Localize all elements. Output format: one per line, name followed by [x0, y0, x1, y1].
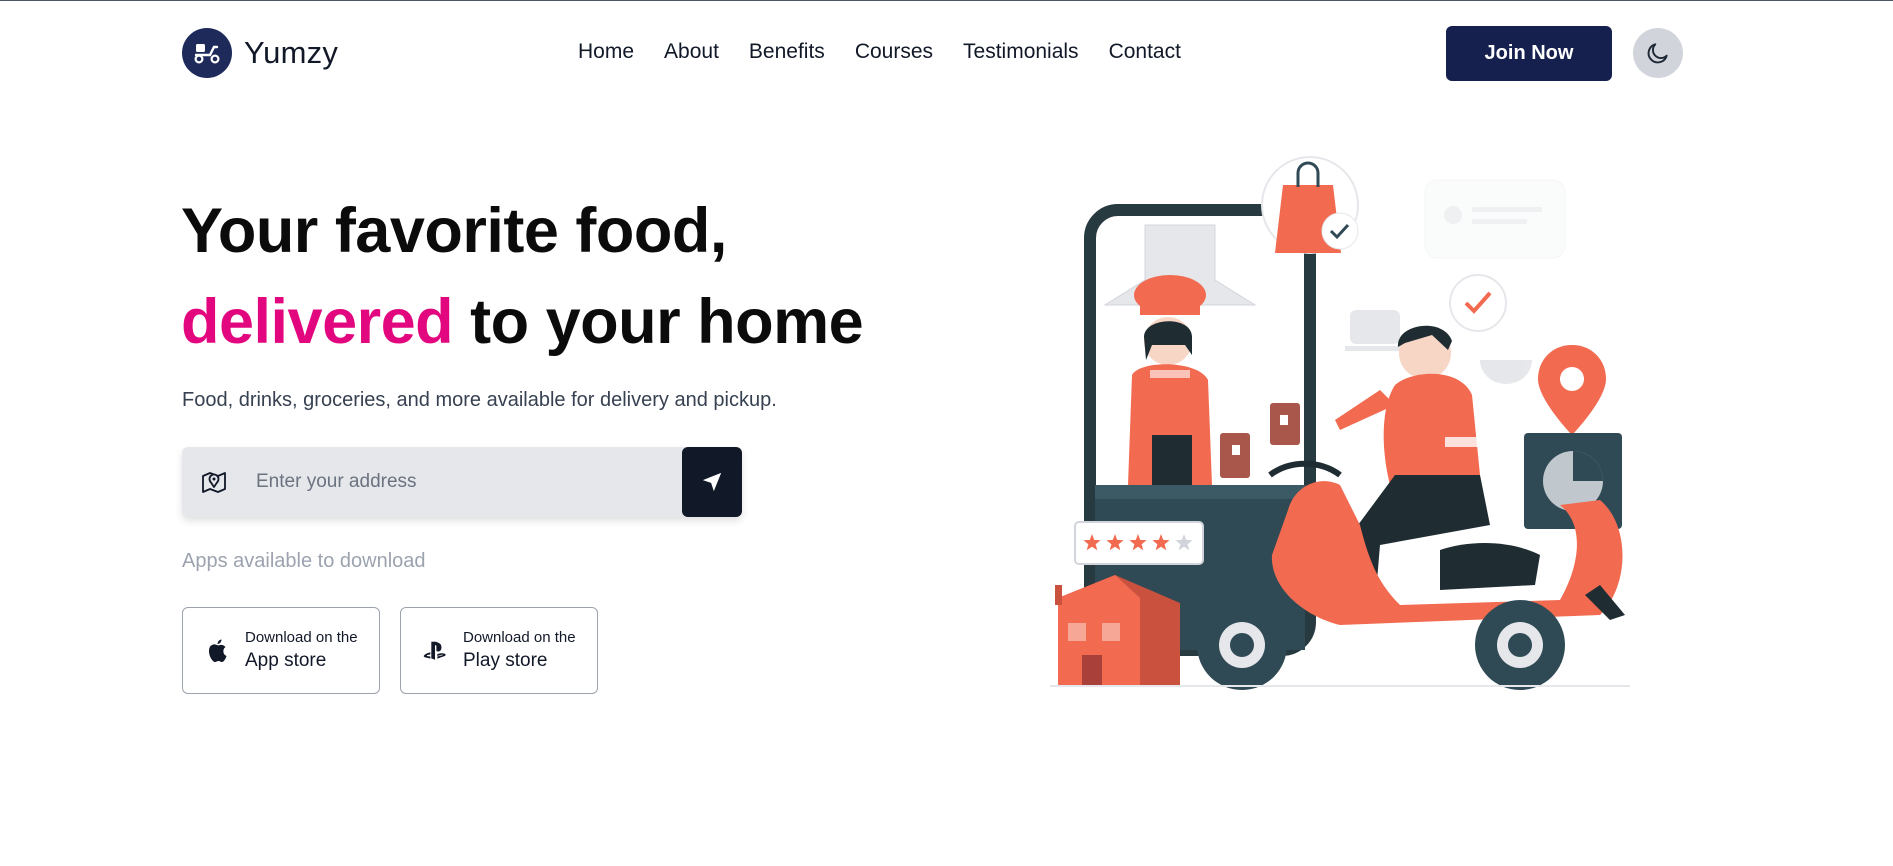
locate-button[interactable]: [682, 447, 742, 517]
app-store-caption: Download on the: [245, 629, 358, 646]
nav-home[interactable]: Home: [578, 40, 634, 64]
delivery-illustration: [1050, 156, 1630, 690]
brand-name: Yumzy: [244, 35, 339, 70]
address-search: [182, 447, 742, 517]
navigation-arrow-icon: [702, 472, 722, 492]
address-input[interactable]: [256, 447, 656, 517]
site-header: Yumzy Home About Benefits Courses Testim…: [182, 25, 1684, 81]
playstation-icon: [423, 638, 447, 664]
chat-bubble-graphic: [1424, 179, 1566, 259]
apps-label: Apps available to download: [182, 550, 426, 572]
play-store-caption: Download on the: [463, 629, 576, 646]
top-border: [0, 0, 1893, 1]
rating-card-graphic: [1074, 521, 1204, 565]
nav-benefits[interactable]: Benefits: [749, 40, 825, 64]
hero-title-line-2: delivered to your home: [181, 277, 901, 368]
join-now-button[interactable]: Join Now: [1446, 26, 1612, 81]
app-store-label: App store: [245, 650, 327, 671]
play-store-button[interactable]: Download on the Play store: [400, 607, 598, 694]
nav-courses[interactable]: Courses: [855, 40, 933, 64]
play-store-label: Play store: [463, 650, 548, 671]
hero-title-line-1: Your favorite food,: [181, 196, 727, 266]
hero-title-rest: to your home: [453, 287, 864, 357]
moon-icon: [1647, 43, 1668, 64]
hero-subtitle: Food, drinks, groceries, and more availa…: [182, 389, 777, 411]
hero-title: Your favorite food, delivered to your ho…: [181, 186, 901, 368]
main-nav: Home About Benefits Courses Testimonials…: [578, 40, 1181, 64]
theme-toggle-button[interactable]: [1633, 28, 1683, 78]
shopping-bag-bubble: [1261, 156, 1359, 254]
scooter-icon: [182, 28, 232, 78]
chef-graphic: [1128, 275, 1212, 485]
nav-contact[interactable]: Contact: [1109, 40, 1181, 64]
nav-testimonials[interactable]: Testimonials: [963, 40, 1079, 64]
app-store-button[interactable]: Download on the App store: [182, 607, 380, 694]
nav-about[interactable]: About: [664, 40, 719, 64]
hero-title-accent: delivered: [181, 287, 454, 357]
brand[interactable]: Yumzy: [182, 28, 338, 78]
map-pin-icon: [202, 472, 226, 493]
apple-icon: [205, 638, 229, 664]
